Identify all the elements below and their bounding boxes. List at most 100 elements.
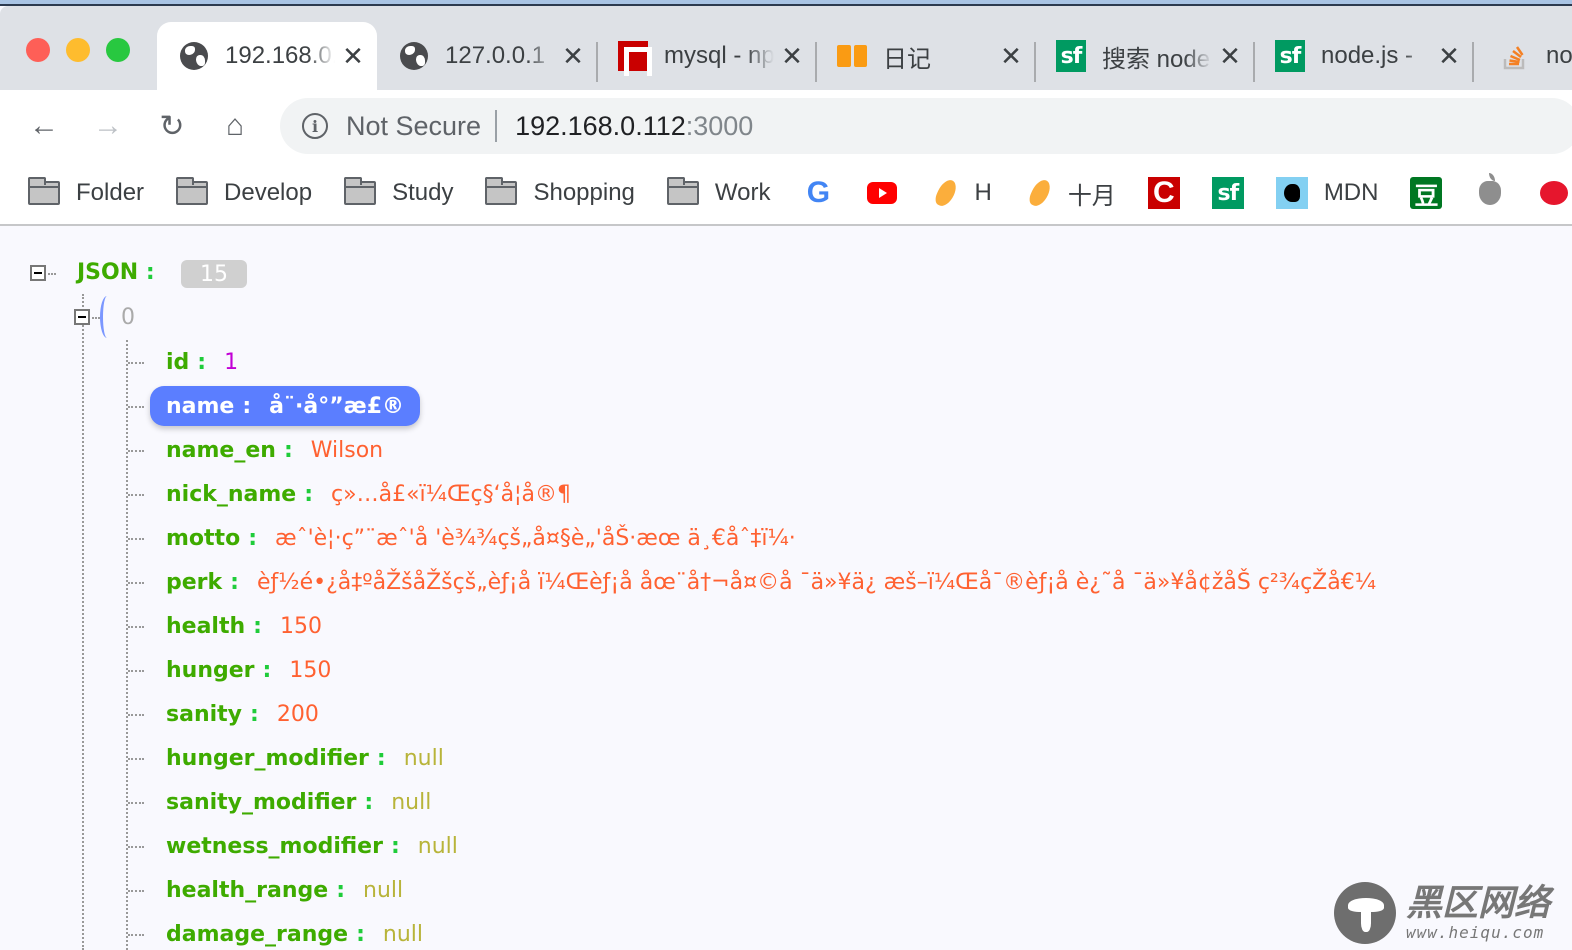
tree-connector xyxy=(92,317,100,319)
collapse-root-toggle[interactable] xyxy=(30,265,46,281)
field-key: id xyxy=(166,349,190,375)
stackoverflow-icon xyxy=(1500,41,1530,71)
tab-2[interactable]: mysql - npm ✕ xyxy=(596,22,816,90)
tree-connector xyxy=(128,450,144,452)
bookmark-october[interactable]: 十月 xyxy=(1024,176,1116,211)
bean-icon xyxy=(930,176,962,210)
minimize-window-button[interactable] xyxy=(66,38,90,62)
tab-title: node.js - xyxy=(1321,42,1414,69)
bookmark-segmentfault[interactable]: sf xyxy=(1211,177,1244,209)
bookmark-google[interactable]: G xyxy=(802,176,834,209)
bookmark-study[interactable]: Study xyxy=(344,177,453,207)
tab-6[interactable]: node xyxy=(1478,22,1572,90)
bookmark-develop[interactable]: Develop xyxy=(176,177,312,207)
tab-close-button[interactable]: ✕ xyxy=(780,41,804,72)
tab-5[interactable]: sf node.js - ✕ xyxy=(1253,22,1473,90)
book-icon xyxy=(837,41,867,71)
google-icon: G xyxy=(806,176,831,209)
reload-button[interactable]: ↻ xyxy=(154,108,190,144)
json-field-hunger-modifier[interactable]: hunger_modifier: null xyxy=(150,738,460,778)
bookmark-csdn[interactable]: C xyxy=(1147,176,1180,209)
segmentfault-icon: sf xyxy=(1275,40,1305,72)
tab-4[interactable]: sf 搜索 node ✕ xyxy=(1034,22,1254,90)
object-bracket xyxy=(100,296,114,338)
json-field-sanity-modifier[interactable]: sanity_modifier: null xyxy=(150,782,447,822)
bookmark-douban[interactable]: 豆 xyxy=(1410,177,1443,210)
field-value: null xyxy=(403,745,444,771)
colon: : xyxy=(248,525,257,551)
json-field-name-en[interactable]: name_en: Wilson xyxy=(150,430,399,470)
home-icon: ⌂ xyxy=(225,109,245,142)
json-field-sanity[interactable]: sanity:200 xyxy=(150,694,335,734)
bookmark-mdn[interactable]: MDN xyxy=(1275,177,1378,209)
info-icon[interactable]: i xyxy=(302,113,328,139)
colon: : xyxy=(283,437,293,463)
tab-close-button[interactable]: ✕ xyxy=(341,41,365,72)
json-field-motto[interactable]: motto: æˆ'è¦·ç”¨æˆ'å 'è¾¾çš„å¤§è„'åŠ·æœ ä… xyxy=(150,518,812,558)
root-key: JSON : xyxy=(77,260,155,285)
folder-icon xyxy=(176,177,209,205)
home-button[interactable]: ⌂ xyxy=(217,108,253,144)
close-window-button[interactable] xyxy=(26,38,50,62)
colon: : xyxy=(304,481,314,507)
field-key: sanity xyxy=(166,701,243,727)
bookmark-folder[interactable]: Folder xyxy=(28,177,145,207)
tree-connector xyxy=(128,494,144,496)
json-field-hunger[interactable]: hunger:150 xyxy=(150,650,347,690)
tree-connector xyxy=(128,670,144,672)
tab-close-button[interactable]: ✕ xyxy=(1218,41,1242,72)
apple-icon xyxy=(1474,173,1506,209)
bookmark-h[interactable]: H xyxy=(930,176,992,210)
colon: : xyxy=(253,613,262,639)
bookmark-label: Folder xyxy=(76,179,145,206)
tab-title: node xyxy=(1546,42,1572,69)
json-field-id[interactable]: id:1 xyxy=(150,342,254,382)
forward-button[interactable]: → xyxy=(90,108,126,144)
bookmark-apple[interactable] xyxy=(1474,173,1506,209)
maximize-window-button[interactable] xyxy=(106,38,130,62)
url-port: :3000 xyxy=(685,110,754,141)
field-key: sanity_modifier xyxy=(166,789,357,815)
json-field-health-range[interactable]: health_range: null xyxy=(150,870,419,910)
colon: : xyxy=(230,569,239,595)
arrow-left-icon: ← xyxy=(29,109,59,142)
npm-icon xyxy=(618,41,652,76)
json-field-name[interactable]: name: å¨·å°”æ£® xyxy=(150,386,421,426)
bookmark-youtube[interactable] xyxy=(866,177,898,209)
tab-1[interactable]: 127.0.0.1 ✕ xyxy=(377,22,597,90)
tab-close-button[interactable]: ✕ xyxy=(561,41,585,72)
tree-connector xyxy=(128,758,144,760)
tab-0[interactable]: 192.168.0.112:3000 ✕ xyxy=(157,22,377,90)
bookmark-shopping[interactable]: Shopping xyxy=(485,177,635,207)
json-field-perk[interactable]: perk: èƒ½é•¿å‡ºåŽšåŽšçš„èƒ¡å ï¼Œèƒ¡å åœ¨å… xyxy=(150,562,1392,602)
colon: : xyxy=(390,833,400,859)
field-value: 150 xyxy=(279,613,322,639)
mushroom-logo-icon xyxy=(1334,882,1396,944)
bookmark-label: Shopping xyxy=(533,179,635,206)
colon: : xyxy=(250,701,259,727)
field-value: null xyxy=(417,833,458,859)
tab-close-button[interactable]: ✕ xyxy=(1437,41,1461,72)
security-status[interactable]: Not Secure xyxy=(346,111,481,142)
address-bar[interactable]: i Not Secure 192.168.0.112 :3000 xyxy=(280,98,1572,154)
bean-icon xyxy=(1024,176,1056,210)
url-host: 192.168.0.112 xyxy=(515,110,686,141)
field-key: wetness_modifier xyxy=(166,833,383,859)
tree-line xyxy=(126,340,128,950)
back-button[interactable]: ← xyxy=(26,108,62,144)
json-field-damage-range[interactable]: damage_range: null xyxy=(150,914,439,950)
tree-connector xyxy=(128,362,144,364)
address-separator xyxy=(495,110,498,142)
tab-bar: 192.168.0.112:3000 ✕ 127.0.0.1 ✕ mysql -… xyxy=(0,6,1572,90)
colon: : xyxy=(336,877,345,903)
bookmark-weibo[interactable] xyxy=(1538,177,1570,209)
json-field-wetness-modifier[interactable]: wetness_modifier: null xyxy=(150,826,474,866)
json-field-health[interactable]: health:150 xyxy=(150,606,338,646)
browser-toolbar: ← → ↻ ⌂ i Not Secure 192.168.0.112 :3000 xyxy=(0,90,1572,162)
bookmark-work[interactable]: Work xyxy=(666,177,770,207)
tab-title: mysql - npm xyxy=(664,42,774,69)
collapse-item-toggle[interactable] xyxy=(74,309,90,325)
tab-3[interactable]: 日记 ✕ xyxy=(815,22,1035,90)
json-field-nick-name[interactable]: nick_name: ç»…å£«ï¼Œç§‘å¦å®¶ xyxy=(150,474,587,514)
tab-close-button[interactable]: ✕ xyxy=(999,41,1023,72)
